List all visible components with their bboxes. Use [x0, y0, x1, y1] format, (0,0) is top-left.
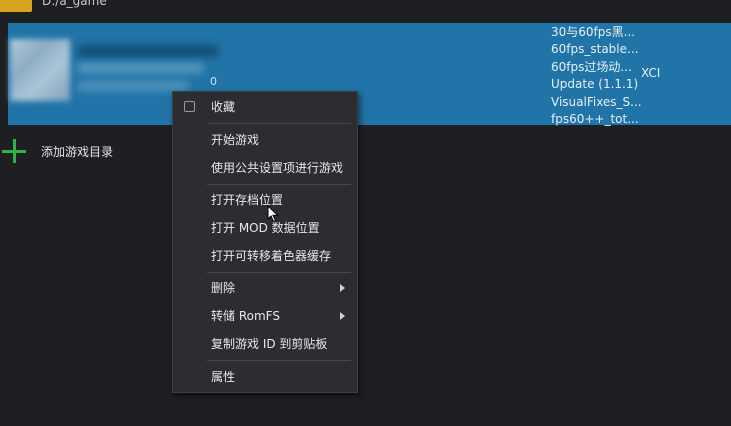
- addon-item: 60fps_stable...: [551, 42, 639, 57]
- mouse-cursor-icon: [267, 205, 279, 223]
- submenu-arrow-icon: [340, 284, 345, 292]
- menu-item-label: 复制游戏 ID 到剪贴板: [211, 337, 328, 351]
- addon-item: Update (1.1.1): [551, 77, 639, 92]
- menu-item-delete[interactable]: 删除: [173, 275, 357, 301]
- menu-item-start-global[interactable]: 使用公共设置项进行游戏: [173, 155, 357, 181]
- favorite-checkbox[interactable]: [184, 101, 195, 112]
- game-icon: [10, 39, 70, 101]
- menu-item-label: 属性: [211, 370, 236, 384]
- menu-item-start-game[interactable]: 开始游戏: [173, 127, 357, 153]
- game-list-window: D:/a_game 0 30与60fps黑... 60fps_stable...…: [0, 0, 731, 426]
- context-menu: 收藏 开始游戏 使用公共设置项进行游戏 打开存档位置 打开 MOD 数据位置 打…: [172, 91, 358, 393]
- path-bar: D:/a_game: [0, 0, 731, 12]
- menu-item-label: 收藏: [211, 100, 236, 114]
- menu-separator: [207, 360, 351, 361]
- game-version-tail: 0: [210, 75, 217, 88]
- addon-item: fps60++_tot...: [551, 112, 639, 127]
- addon-item: VisualFixes_S...: [551, 94, 641, 109]
- menu-separator: [207, 123, 351, 124]
- add-game-dir-button[interactable]: 添加游戏目录: [0, 138, 140, 164]
- game-title-redacted: [78, 45, 218, 57]
- menu-item-open-save[interactable]: 打开存档位置: [173, 187, 357, 213]
- menu-item-label: 开始游戏: [211, 133, 260, 147]
- menu-item-label: 删除: [211, 281, 236, 295]
- menu-item-label: 打开 MOD 数据位置: [211, 221, 320, 235]
- menu-item-dump-romfs[interactable]: 转储 RomFS: [173, 303, 357, 329]
- menu-item-favorite[interactable]: 收藏: [173, 94, 357, 120]
- add-game-dir-label: 添加游戏目录: [41, 145, 114, 159]
- menu-item-label: 打开可转移着色器缓存: [211, 249, 332, 263]
- game-info-redacted: [78, 63, 203, 73]
- menu-separator: [207, 184, 351, 185]
- addon-item: 30与60fps黑...: [551, 25, 636, 39]
- game-row[interactable]: 0 30与60fps黑... 60fps_stable... 60fps过场动.…: [8, 23, 731, 128]
- menu-item-label: 转储 RomFS: [211, 309, 280, 323]
- menu-item-open-shader-cache[interactable]: 打开可转移着色器缓存: [173, 243, 357, 269]
- menu-item-open-mod[interactable]: 打开 MOD 数据位置: [173, 215, 357, 241]
- menu-separator: [207, 272, 351, 273]
- addon-item: 60fps过场动...: [551, 59, 632, 74]
- menu-item-properties[interactable]: 属性: [173, 364, 357, 390]
- file-type: XCI: [641, 66, 661, 80]
- folder-path: D:/a_game: [42, 0, 107, 8]
- submenu-arrow-icon: [340, 312, 345, 320]
- addons-list: 30与60fps黑... 60fps_stable... 60fps过场动...…: [551, 24, 641, 128]
- menu-item-copy-title-id[interactable]: 复制游戏 ID 到剪贴板: [173, 331, 357, 357]
- folder-icon: [0, 0, 32, 12]
- game-info-redacted: [78, 81, 188, 91]
- plus-icon: [2, 139, 26, 163]
- menu-item-label: 使用公共设置项进行游戏: [211, 161, 344, 175]
